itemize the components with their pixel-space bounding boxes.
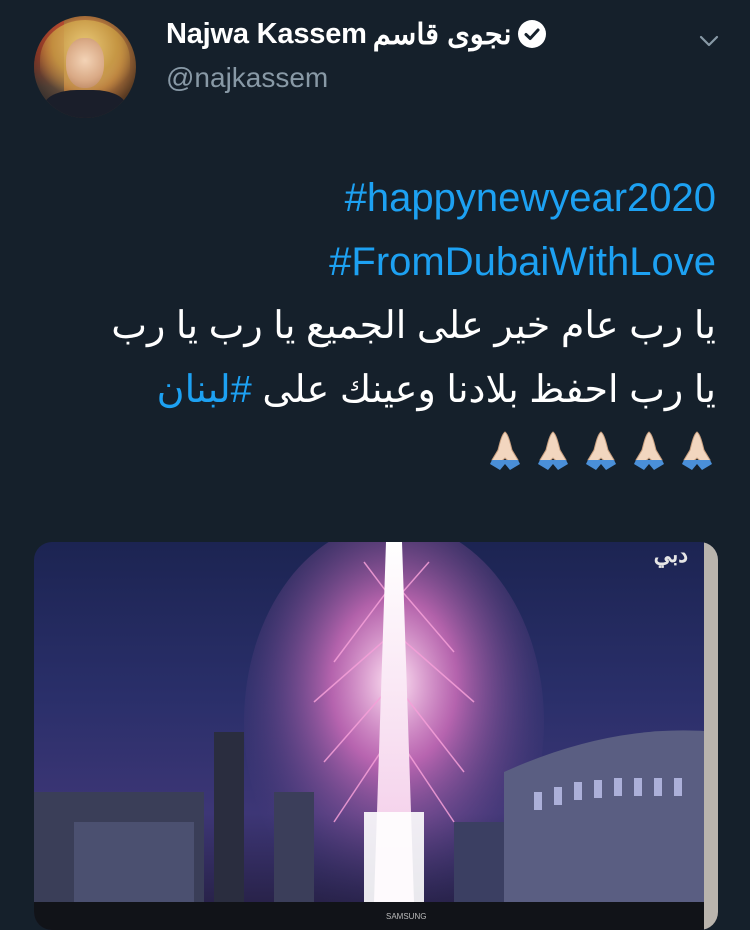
folded-hands-icon — [490, 431, 520, 470]
folded-hands-icon — [538, 431, 568, 470]
prayer-emoji-row: 🙏🏻🙏🏻🙏🏻🙏🏻🙏🏻 — [36, 428, 716, 472]
tv-brand: SAMSUNG — [386, 912, 427, 921]
tweet-media-image[interactable]: دبي SAMSUNG — [34, 542, 718, 930]
avatar[interactable] — [34, 16, 136, 118]
tweet-text: #happynewyear2020 #FromDubaiWithLove يا … — [36, 166, 716, 472]
tv-channel-logo: دبي — [653, 542, 689, 567]
display-name[interactable]: Najwa Kassem نجوى قاسم — [166, 14, 546, 54]
folded-hands-icon — [634, 431, 664, 470]
hashtag-happynewyear2020[interactable]: #happynewyear2020 — [36, 166, 716, 230]
handle[interactable]: @najkassem — [166, 62, 328, 94]
tweet-line-arabic-2: يا رب احفظ بلادنا وعينك على #لبنان — [36, 358, 716, 422]
display-name-latin: Najwa Kassem — [166, 17, 367, 50]
folded-hands-icon — [682, 431, 712, 470]
tweet-line-arabic-1: يا رب عام خير على الجميع يا رب يا رب — [111, 305, 716, 347]
chevron-down-icon[interactable] — [698, 30, 720, 52]
verified-badge-icon — [517, 20, 546, 48]
hashtag-fromdubaiwithlove[interactable]: #FromDubaiWithLove — [36, 230, 716, 294]
display-name-arabic: نجوى قاسم — [372, 18, 512, 51]
hashtag-lebanon[interactable]: #لبنان — [157, 369, 252, 411]
folded-hands-icon — [586, 431, 616, 470]
fireworks-scene — [34, 542, 718, 930]
tweet-line-arabic-2-text: يا رب احفظ بلادنا وعينك على — [251, 369, 716, 411]
